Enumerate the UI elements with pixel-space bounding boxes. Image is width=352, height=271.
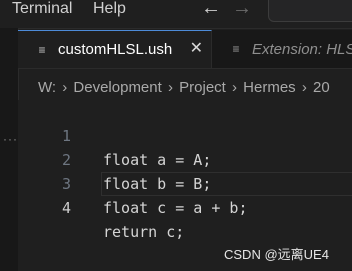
code-line[interactable]: 2 float b = B; (18, 124, 352, 193)
breadcrumb-item[interactable]: Project (179, 79, 226, 96)
breadcrumb-item[interactable]: W: (38, 79, 56, 96)
tab-extension-hlsl[interactable]: ≡ Extension: HLSL (212, 30, 352, 68)
menu-bar: Terminal Help ← → (0, 0, 352, 29)
vscode-window: Terminal Help ← → ··· ≡ customHLSL.ush ✕… (0, 0, 352, 271)
activity-bar: ··· (0, 28, 19, 271)
back-arrow-icon[interactable]: ← (201, 0, 221, 18)
chevron-right-icon: › (301, 79, 307, 96)
file-lines-icon: ≡ (38, 42, 46, 57)
menu-help[interactable]: Help (93, 0, 126, 18)
line-number: 4 (61, 199, 71, 217)
code-line[interactable]: 3 float c = a + b; (18, 148, 352, 217)
breadcrumb-item[interactable]: Development (73, 79, 161, 96)
tab-customhlsl[interactable]: ≡ customHLSL.ush ✕ (18, 30, 212, 68)
code-text[interactable]: return c; (103, 220, 184, 244)
file-lines-icon: ≡ (232, 42, 240, 56)
tab-label: customHLSL.ush (58, 41, 173, 58)
code-line-current[interactable]: 4 return c; (18, 172, 352, 241)
code-line[interactable]: 1 float a = A; (18, 100, 352, 169)
tab-label: Extension: HLSL (252, 40, 352, 58)
more-actions-icon[interactable]: ··· (3, 133, 18, 145)
close-icon[interactable]: ✕ (190, 40, 203, 58)
chevron-right-icon: › (62, 79, 68, 96)
chevron-right-icon: › (167, 79, 173, 96)
editor-tab-bar: ≡ customHLSL.ush ✕ ≡ Extension: HLSL (18, 30, 352, 69)
command-center-search[interactable] (268, 0, 352, 22)
menu-terminal[interactable]: Terminal (12, 0, 72, 18)
breadcrumb-item[interactable]: Hermes (243, 79, 296, 96)
breadcrumb-item[interactable]: 20 (313, 79, 330, 96)
code-text[interactable]: float c = a + b; (103, 196, 248, 220)
breadcrumb: W: › Development › Project › Hermes › 20 (38, 78, 330, 98)
chevron-right-icon: › (232, 79, 237, 96)
watermark: CSDN @远离UE4 (224, 247, 329, 262)
forward-arrow-icon[interactable]: → (232, 0, 252, 18)
